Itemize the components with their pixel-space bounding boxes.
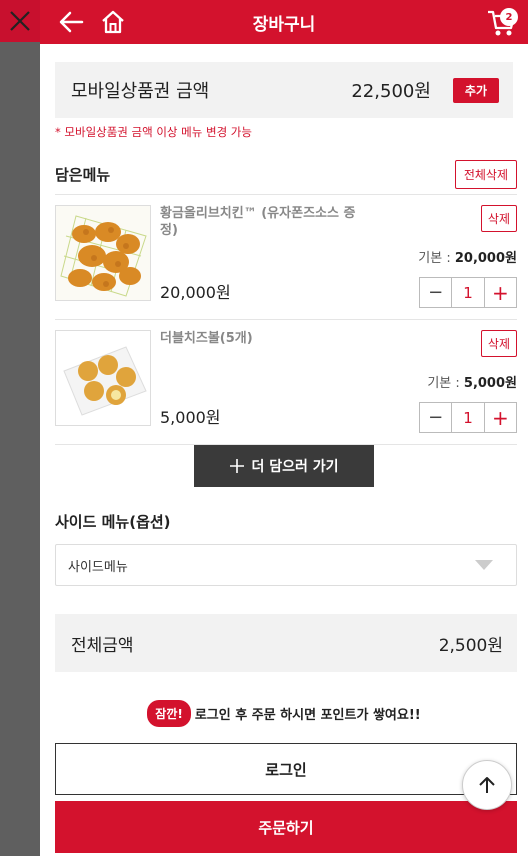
point-message: 잠깐! 로그인 후 주문 하시면 포인트가 쌓여요!! [40, 700, 528, 727]
base-price-value: 20,000원 [454, 251, 517, 266]
decrease-button[interactable]: − [420, 403, 453, 432]
increase-button[interactable]: + [483, 403, 516, 432]
page-backdrop [0, 0, 40, 856]
scroll-top-button[interactable] [462, 760, 512, 810]
order-button[interactable]: 주문하기 [55, 801, 517, 853]
delete-all-button[interactable]: 전체삭제 [454, 159, 517, 189]
item-name: 황금올리브치킨™ (유자폰즈소스 증정) [160, 206, 356, 238]
total-label: 전체금액 [71, 635, 134, 656]
cart-item: 황금올리브치킨™ (유자폰즈소스 증정) 20,000원 삭제 기본 : 20,… [55, 195, 517, 320]
home-icon [102, 10, 124, 34]
item-base-price: 기본 : 20,000원 [418, 247, 517, 266]
cart-panel: 장바구니 2 모바일상품권 금액 22,500원 추가 * 모바일상품권 금액 … [40, 0, 528, 856]
item-name: 더블치즈볼(5개) [160, 331, 253, 346]
chicken-image [55, 205, 151, 301]
side-menu-select[interactable]: 사이드메뉴 [55, 544, 517, 586]
add-more-button[interactable]: 더 담으러 가기 [194, 445, 374, 487]
delete-item-button[interactable]: 삭제 [480, 205, 517, 232]
voucher-amount-box: 모바일상품권 금액 22,500원 추가 [55, 62, 513, 118]
arrow-up-icon [479, 777, 495, 793]
page-title: 장바구니 [252, 14, 316, 35]
cart-item: 더블치즈볼(5개) 5,000원 삭제 기본 : 5,000원 − 1 + [55, 320, 517, 445]
quantity-stepper: − 1 + [419, 402, 517, 433]
add-voucher-button[interactable]: 추가 [452, 77, 499, 103]
home-button[interactable] [100, 9, 126, 39]
header-bar: 장바구니 2 [40, 0, 528, 44]
cart-button[interactable]: 2 [486, 6, 518, 42]
close-icon [10, 11, 30, 31]
quantity-value: 1 [463, 408, 473, 427]
back-arrow-icon [59, 11, 84, 33]
quantity-stepper: − 1 + [419, 277, 517, 308]
total-amount: 2,500원 [438, 635, 503, 656]
side-menu-selected: 사이드메뉴 [68, 559, 128, 575]
voucher-amount: 22,500원 [351, 81, 431, 102]
side-menu-title: 사이드 메뉴(옵션) [55, 513, 171, 531]
decrease-button[interactable]: − [420, 278, 453, 307]
base-price-label: 기본 : [427, 376, 464, 391]
cheese-ball-image [55, 330, 151, 426]
chevron-down-icon [475, 560, 493, 570]
base-price-label: 기본 : [418, 251, 455, 266]
item-base-price: 기본 : 5,000원 [427, 372, 517, 391]
quantity-value: 1 [463, 283, 473, 302]
cart-count-badge: 2 [500, 8, 518, 26]
total-amount-box: 전체금액 2,500원 [55, 614, 517, 672]
item-price: 20,000원 [160, 283, 231, 302]
cart-section-header: 담은메뉴 전체삭제 [55, 159, 517, 189]
voucher-notice: * 모바일상품권 금액 이상 메뉴 변경 가능 [55, 125, 252, 139]
voucher-label: 모바일상품권 금액 [71, 81, 210, 102]
cart-section-title: 담은메뉴 [55, 165, 111, 184]
login-button[interactable]: 로그인 [55, 743, 517, 795]
base-price-value: 5,000원 [463, 376, 517, 391]
point-text: 로그인 후 주문 하시면 포인트가 쌓여요!! [194, 708, 421, 723]
increase-button[interactable]: + [483, 278, 516, 307]
plus-icon [230, 459, 245, 473]
point-tag: 잠깐! [147, 700, 191, 727]
back-button[interactable] [58, 10, 84, 38]
more-wrap: 더 담으러 가기 [40, 445, 528, 487]
add-more-label: 더 담으러 가기 [251, 459, 339, 475]
delete-item-button[interactable]: 삭제 [480, 330, 517, 357]
item-price: 5,000원 [160, 408, 221, 427]
close-button[interactable] [0, 0, 40, 42]
